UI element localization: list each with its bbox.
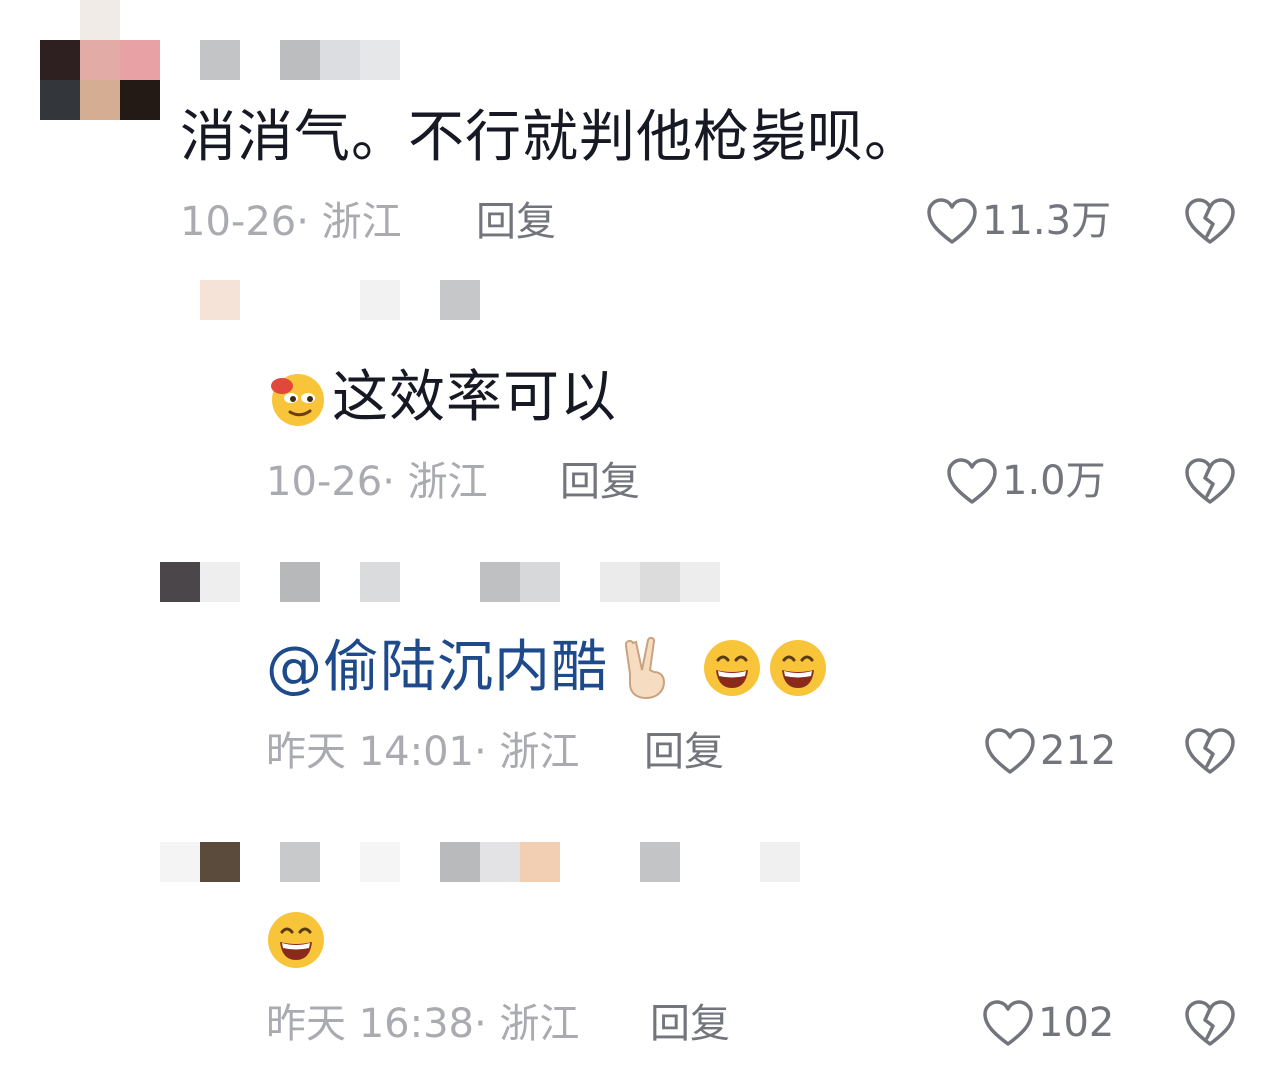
broken-heart-icon (1185, 1000, 1235, 1046)
reply-avatar-and-username-blurred[interactable] (160, 562, 740, 602)
like-button[interactable]: 212 (984, 726, 1116, 776)
like-button[interactable]: 11.3万 (926, 196, 1111, 246)
comment-meta: 10-26· 浙江 (180, 199, 402, 245)
comment-body (266, 910, 326, 974)
comment-body: @偷陆沉内酷 (266, 636, 828, 700)
broken-heart-icon (1185, 458, 1235, 504)
comment-text: 消消气。不行就判他枪毙呗。 (180, 105, 921, 170)
victory-hand-emoji (624, 636, 666, 700)
reply-avatar-and-username-blurred[interactable] (160, 842, 820, 882)
comment-meta: 昨天 14:01· 浙江 (266, 729, 580, 775)
user-mention-link[interactable]: @偷陆沉内酷 (266, 636, 608, 700)
dislike-button[interactable] (1184, 726, 1236, 780)
like-button[interactable]: 1.0万 (946, 456, 1106, 506)
comment-text: 这效率可以 (332, 365, 617, 430)
like-count: 1.0万 (1002, 458, 1106, 504)
dislike-button[interactable] (1184, 998, 1236, 1052)
username-blurred[interactable] (200, 40, 440, 80)
reply-button[interactable]: 回复 (650, 1000, 730, 1048)
comment-meta: 昨天 16:38· 浙江 (266, 1001, 580, 1047)
grinning-face-emoji (268, 912, 324, 968)
dislike-button[interactable] (1184, 456, 1236, 510)
melting-drunk-face-emoji (271, 374, 324, 426)
like-button[interactable]: 102 (982, 998, 1114, 1048)
grinning-face-emoji (770, 640, 826, 696)
reply-avatar-and-username-blurred[interactable] (200, 280, 500, 320)
dislike-button[interactable] (1184, 196, 1236, 250)
grinning-face-emoji (704, 640, 760, 696)
comment-meta: 10-26· 浙江 (266, 459, 488, 505)
broken-heart-icon (1185, 198, 1235, 244)
heart-icon (947, 458, 997, 504)
like-count: 212 (1040, 728, 1117, 774)
like-count: 11.3万 (982, 198, 1112, 244)
heart-icon (985, 728, 1035, 774)
like-count: 102 (1038, 1000, 1115, 1046)
heart-icon (927, 198, 977, 244)
reply-button[interactable]: 回复 (476, 198, 556, 246)
comment-body: 这效率可以 (266, 366, 617, 430)
heart-icon (983, 1000, 1033, 1046)
reply-button[interactable]: 回复 (644, 728, 724, 776)
reply-button[interactable]: 回复 (560, 458, 640, 506)
avatar[interactable] (40, 0, 160, 120)
broken-heart-icon (1185, 728, 1235, 774)
